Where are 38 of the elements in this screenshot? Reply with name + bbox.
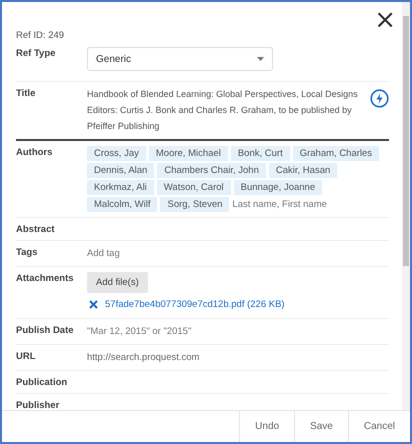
author-chip[interactable]: Watson, Carol: [156, 180, 231, 195]
field-label: Ref Type: [16, 47, 56, 61]
scrollbar[interactable]: [402, 2, 410, 410]
author-chip[interactable]: Sorg, Steven: [160, 197, 230, 212]
input-field[interactable]: Add tag: [87, 246, 389, 261]
field-label: Publish Date: [16, 324, 75, 338]
input-field[interactable]: "Mar 12, 2015" or "2015": [87, 324, 389, 339]
author-input[interactable]: Last name, First name: [232, 197, 327, 212]
field-label: Abstract: [16, 223, 56, 235]
field-label: Tags: [16, 246, 38, 260]
title-text: Editors: Curtis J. Bonk and Charles R. Graham, to be published by: [87, 104, 352, 117]
url-input[interactable]: http://search.proquest.com: [87, 350, 389, 365]
author-chip[interactable]: Graham, Charles: [292, 146, 380, 161]
ref-id: Ref ID: 249: [16, 30, 66, 41]
author-chip[interactable]: Dennis, Alan: [87, 163, 154, 178]
title-text: Handbook of Blended Learning: Global Perspectives, Local Designs: [87, 88, 358, 101]
field-label: Title: [16, 87, 36, 101]
title-text: Pfeiffer Publishing: [87, 120, 160, 133]
field-label: Publication: [16, 376, 68, 388]
author-chip[interactable]: Cakir, Hasan: [268, 163, 338, 178]
author-chip[interactable]: Korkmaz, Ali: [87, 180, 154, 195]
author-chip[interactable]: Cross, Jay: [87, 146, 146, 161]
author-chip[interactable]: Chambers Chair, John: [157, 163, 266, 178]
field-label: Authors: [16, 146, 54, 160]
author-chip[interactable]: Moore, Michael: [148, 146, 228, 161]
author-chip[interactable]: Bunnage, Joanne: [234, 180, 322, 195]
author-chip[interactable]: Bonk, Curt: [230, 146, 290, 161]
close-button[interactable]: ×: [374, 10, 396, 30]
remove-icon[interactable]: [89, 300, 98, 309]
type-select[interactable]: Generic: [87, 47, 273, 71]
author-chip[interactable]: Malcolm, Wilf: [87, 197, 158, 212]
add-files-button[interactable]: Add file(s): [87, 272, 148, 293]
caret-icon: [257, 57, 264, 61]
field-label: URL: [16, 350, 37, 364]
field-label: Attachments: [16, 272, 75, 286]
lightning-icon[interactable]: [370, 89, 389, 108]
file-link[interactable]: 57fade7be4b077309e7cd12b.pdf (226 KB): [105, 299, 285, 310]
field-label: Publisher: [16, 399, 60, 410]
